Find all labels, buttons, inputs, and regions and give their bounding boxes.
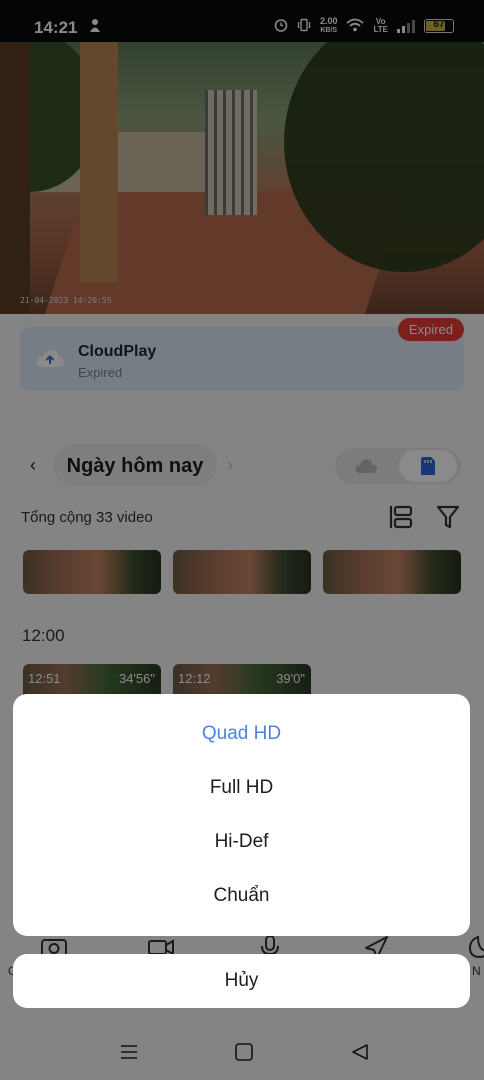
cancel-button[interactable]: Hủy	[13, 954, 470, 1008]
quality-option-full-hd[interactable]: Full HD	[13, 761, 470, 815]
quality-option-hi-def[interactable]: Hi-Def	[13, 815, 470, 869]
quality-option-standard[interactable]: Chuẩn	[13, 869, 470, 923]
video-quality-sheet: Quad HD Full HD Hi-Def Chuẩn	[13, 694, 470, 936]
quality-option-quad-hd[interactable]: Quad HD	[13, 707, 470, 761]
